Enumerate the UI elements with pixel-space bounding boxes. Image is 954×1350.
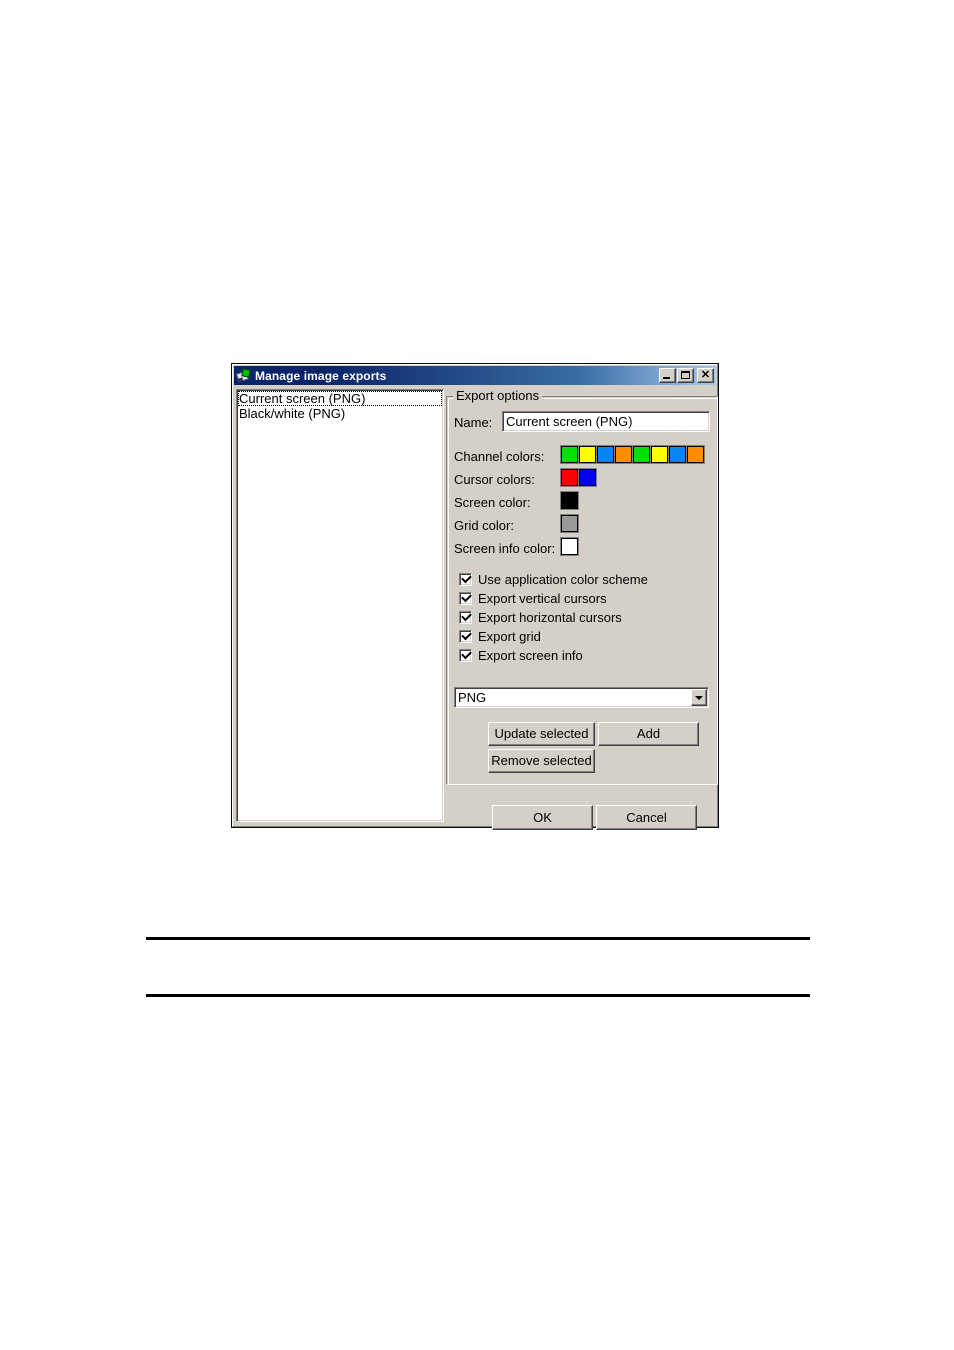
checkbox-box[interactable]	[459, 572, 472, 586]
checkbox-label: Export screen info	[478, 647, 583, 663]
remove-selected-button[interactable]: Remove selected	[488, 749, 595, 773]
minimize-icon	[663, 377, 670, 379]
color-swatch[interactable]	[561, 538, 578, 555]
screen-color-swatch[interactable]	[560, 491, 579, 510]
update-selected-button[interactable]: Update selected	[488, 722, 595, 746]
name-input[interactable]	[502, 411, 710, 432]
title-bar[interactable]: Manage image exports ✕	[234, 366, 716, 385]
color-swatch[interactable]	[687, 446, 704, 463]
color-swatch[interactable]	[561, 492, 578, 509]
color-swatch[interactable]	[561, 469, 578, 486]
grid-color-swatch[interactable]	[560, 514, 579, 533]
color-swatch[interactable]	[633, 446, 650, 463]
check-icon	[461, 610, 472, 622]
export-list[interactable]: Current screen (PNG) Black/white (PNG)	[236, 389, 444, 822]
format-select-value: PNG	[458, 689, 487, 705]
maximize-icon	[681, 371, 690, 379]
name-label: Name:	[454, 415, 493, 430]
checkbox-box[interactable]	[459, 629, 472, 643]
checkbox-label: Export vertical cursors	[478, 590, 607, 606]
check-icon	[461, 648, 472, 660]
checkbox-box[interactable]	[459, 591, 472, 605]
color-swatch[interactable]	[597, 446, 614, 463]
checkbox-box[interactable]	[459, 610, 472, 624]
close-icon: ✕	[700, 369, 711, 381]
window-title: Manage image exports	[255, 368, 387, 383]
checkbox-export-screen-info[interactable]: Export screen info	[459, 648, 583, 663]
channel-colors-swatches[interactable]	[560, 445, 705, 464]
chevron-down-icon[interactable]	[691, 689, 707, 706]
channel-colors-label: Channel colors:	[454, 449, 545, 464]
color-swatch[interactable]	[561, 515, 578, 532]
group-title: Export options	[453, 389, 543, 403]
dialog-client-area: Current screen (PNG) Black/white (PNG) E…	[234, 386, 718, 830]
format-select[interactable]: PNG	[454, 687, 709, 708]
checkbox-use-application-color-scheme[interactable]: Use application color scheme	[459, 572, 648, 587]
check-icon	[461, 572, 472, 584]
checkbox-label: Export grid	[478, 628, 541, 644]
manage-image-exports-dialog: Manage image exports ✕ Current screen (P…	[231, 363, 719, 830]
list-item[interactable]: Current screen (PNG)	[238, 391, 442, 406]
color-swatch[interactable]	[561, 446, 578, 463]
color-swatch[interactable]	[579, 469, 596, 486]
checkbox-label: Use application color scheme	[478, 571, 648, 587]
screen-info-color-swatch[interactable]	[560, 537, 579, 556]
list-item[interactable]: Black/white (PNG)	[238, 406, 442, 421]
image-export-icon	[235, 367, 252, 384]
check-icon	[461, 591, 472, 603]
check-icon	[461, 629, 472, 641]
screen-color-label: Screen color:	[454, 495, 531, 510]
grid-color-label: Grid color:	[454, 518, 514, 533]
checkbox-label: Export horizontal cursors	[478, 609, 622, 625]
add-button[interactable]: Add	[598, 722, 699, 746]
color-swatch[interactable]	[615, 446, 632, 463]
cursor-colors-swatches[interactable]	[560, 468, 597, 487]
color-swatch[interactable]	[669, 446, 686, 463]
checkbox-export-grid[interactable]: Export grid	[459, 629, 541, 644]
maximize-button[interactable]	[677, 368, 694, 383]
checkbox-export-vertical-cursors[interactable]: Export vertical cursors	[459, 591, 607, 606]
checkbox-export-horizontal-cursors[interactable]: Export horizontal cursors	[459, 610, 622, 625]
cancel-button[interactable]: Cancel	[596, 805, 697, 830]
page-rule-top	[146, 937, 810, 940]
ok-button[interactable]: OK	[492, 805, 593, 830]
export-options-group: Export options Name: Channel colors: Cur…	[446, 389, 718, 785]
color-swatch[interactable]	[579, 446, 596, 463]
cursor-colors-label: Cursor colors:	[454, 472, 535, 487]
page-rule-bottom	[146, 994, 810, 997]
close-button[interactable]: ✕	[697, 368, 714, 383]
checkbox-box[interactable]	[459, 648, 472, 662]
minimize-button[interactable]	[659, 368, 676, 383]
color-swatch[interactable]	[651, 446, 668, 463]
screen-info-color-label: Screen info color:	[454, 541, 556, 556]
